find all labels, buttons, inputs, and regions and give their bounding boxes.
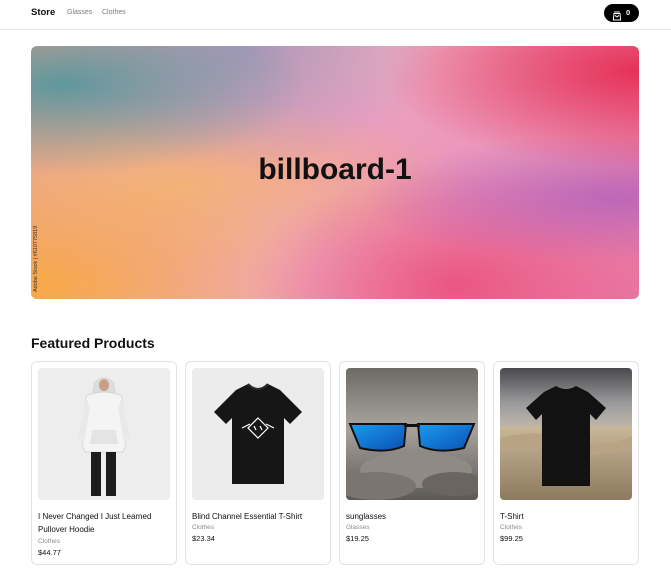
featured-products-heading: Featured Products — [31, 335, 155, 351]
product-category: Clothes — [192, 524, 215, 531]
store-logo-link[interactable]: Store — [31, 7, 55, 18]
billboard-banner: billboard-1 Adobe Stock | #610775819 — [31, 46, 639, 299]
product-price: $19.25 — [346, 534, 369, 543]
product-image-hoodie[interactable] — [38, 368, 170, 500]
nav-link-glasses[interactable]: Glasses — [67, 9, 92, 16]
shopping-bag-icon — [612, 8, 622, 21]
image-credit: Adobe Stock | #610775819 — [33, 216, 41, 296]
cart-button[interactable]: 0 — [604, 4, 639, 22]
product-name: Blind Channel Essential T-Shirt — [192, 512, 303, 521]
product-card[interactable]: sunglasses Glasses $19.25 — [339, 361, 485, 565]
nav-link-clothes[interactable]: Clothes — [102, 9, 126, 16]
product-price: $99.25 — [500, 534, 523, 543]
product-image-sunglasses[interactable] — [346, 368, 478, 500]
product-price: $44.77 — [38, 548, 61, 557]
product-category: Glasses — [346, 524, 370, 531]
product-image-tshirt-desert[interactable] — [500, 368, 632, 500]
product-card[interactable]: T-Shirt Clothes $99.25 — [493, 361, 639, 565]
product-category: Clothes — [500, 524, 523, 531]
product-price: $23.34 — [192, 534, 215, 543]
product-name: sunglasses — [346, 512, 387, 521]
product-image-tshirt[interactable] — [192, 368, 324, 500]
product-category: Clothes — [38, 538, 61, 545]
image-credit-text: Adobe Stock | #610775819 — [33, 225, 39, 292]
product-card[interactable]: Blind Channel Essential T-Shirt Clothes … — [185, 361, 331, 565]
product-name: T-Shirt — [500, 512, 524, 521]
product-card[interactable]: I Never Changed I Just Learned Pullover … — [31, 361, 177, 565]
billboard-label: billboard-1 — [258, 153, 412, 186]
cart-count: 0 — [626, 8, 631, 17]
navbar: Store Glasses Clothes 0 — [0, 0, 671, 30]
product-name: I Never Changed I Just Learned Pullover … — [38, 512, 152, 534]
